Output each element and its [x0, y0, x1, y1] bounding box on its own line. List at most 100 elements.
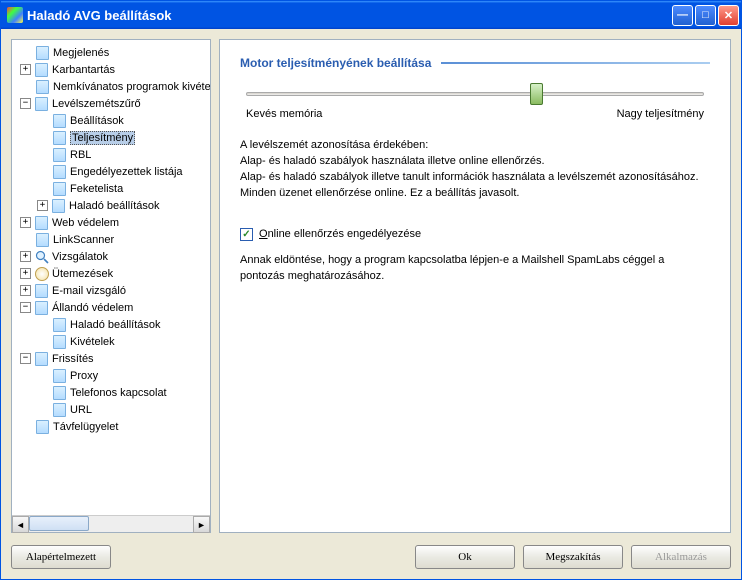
tree-item[interactable]: − Állandó védelem: [14, 299, 208, 316]
page-icon: [52, 386, 67, 400]
page-icon: [52, 131, 67, 145]
page-icon: [34, 63, 49, 77]
tree-expander-icon[interactable]: +: [20, 268, 31, 279]
tree-item-label: Feketelista: [70, 183, 123, 195]
tree-item[interactable]: Telefonos kapcsolat: [14, 384, 208, 401]
tree-item-label: Proxy: [70, 370, 98, 382]
page-icon: [52, 318, 67, 332]
slider-right-label: Nagy teljesítmény: [617, 108, 704, 120]
tree-item-label: Frissítés: [52, 353, 94, 365]
tree-item-label: Haladó beállítások: [69, 200, 160, 212]
page-icon: [52, 182, 67, 196]
page-icon: [52, 165, 67, 179]
page-icon: [52, 403, 67, 417]
tree-item-label: Állandó védelem: [52, 302, 133, 314]
tree-item-label: Ütemezések: [52, 268, 113, 280]
tree-item[interactable]: + Vizsgálatok: [14, 248, 208, 265]
tree-expander-icon[interactable]: +: [20, 217, 31, 228]
checkbox-description: Annak eldöntése, hogy a program kapcsola…: [240, 253, 710, 285]
tree-item-label: Vizsgálatok: [52, 251, 108, 263]
tree-item[interactable]: Nemkívánatos programok kivételei: [14, 78, 208, 95]
nav-tree[interactable]: Megjelenés + Karbantartás Nemkívánatos prog…: [12, 40, 210, 515]
tree-horizontal-scrollbar[interactable]: ◄ ►: [12, 515, 210, 532]
tree-item-label: Kivételek: [70, 336, 115, 348]
tree-expander-icon[interactable]: +: [37, 200, 48, 211]
section-heading: Motor teljesítményének beállítása: [240, 56, 431, 70]
tree-item-label: E-mail vizsgáló: [52, 285, 126, 297]
tree-item-label: Nemkívánatos programok kivételei: [53, 81, 210, 93]
tree-expander-icon[interactable]: −: [20, 353, 31, 364]
maximize-button[interactable]: □: [695, 5, 716, 26]
tree-item[interactable]: −Levélszemétszűrő: [14, 95, 208, 112]
window-title: Haladó AVG beállítások: [27, 8, 672, 23]
scroll-left-button[interactable]: ◄: [12, 516, 29, 533]
heading-divider: [441, 62, 710, 64]
tree-item[interactable]: Engedélyezettek listája: [14, 163, 208, 180]
tree-item[interactable]: Feketelista: [14, 180, 208, 197]
description-block: A levélszemét azonosítása érdekében: Alap…: [240, 138, 710, 202]
tree-item[interactable]: + E-mail vizsgáló: [14, 282, 208, 299]
content-panel: Motor teljesítményének beállítása Kevés …: [219, 39, 731, 533]
tree-item[interactable]: − Frissítés: [14, 350, 208, 367]
page-icon: [51, 199, 66, 213]
page-icon: [34, 216, 49, 230]
tree-item-label: Beállítások: [70, 115, 124, 127]
button-bar: Alapértelmezett Ok Megszakítás Alkalmazá…: [11, 541, 731, 569]
tree-expander-icon[interactable]: +: [20, 64, 31, 75]
minimize-button[interactable]: —: [672, 5, 693, 26]
page-icon: [35, 80, 50, 94]
scroll-track[interactable]: [29, 516, 193, 532]
performance-slider-thumb[interactable]: [530, 83, 543, 105]
cancel-button[interactable]: Megszakítás: [523, 545, 623, 569]
search-icon: [34, 250, 49, 264]
scroll-right-button[interactable]: ►: [193, 516, 210, 533]
ok-button[interactable]: Ok: [415, 545, 515, 569]
tree-item[interactable]: RBL: [14, 146, 208, 163]
tree-item-label: Távfelügyelet: [53, 421, 118, 433]
tree-item-label: Web védelem: [52, 217, 119, 229]
online-check-checkbox[interactable]: ✓: [240, 228, 253, 241]
tree-item-label: RBL: [70, 149, 91, 161]
tree-item[interactable]: URL: [14, 401, 208, 418]
nav-tree-panel: Megjelenés + Karbantartás Nemkívánatos prog…: [11, 39, 211, 533]
close-icon: ✕: [724, 9, 733, 22]
slider-left-label: Kevés memória: [246, 108, 322, 120]
tree-item[interactable]: + Haladó beállítások: [14, 197, 208, 214]
tree-item[interactable]: + Ütemezések: [14, 265, 208, 282]
page-icon: [34, 301, 49, 315]
tree-item-label: Teljesítmény: [70, 131, 135, 145]
tree-item[interactable]: Beállítások: [14, 112, 208, 129]
tree-item[interactable]: + Karbantartás: [14, 61, 208, 78]
tree-expander-icon[interactable]: +: [20, 251, 31, 262]
minimize-icon: —: [677, 9, 688, 21]
tree-item[interactable]: Kivételek: [14, 333, 208, 350]
description-line: A levélszemét azonosítása érdekében:: [240, 138, 710, 154]
tree-item-label: URL: [70, 404, 92, 416]
page-icon: [52, 369, 67, 383]
tree-expander-icon[interactable]: +: [20, 285, 31, 296]
tree-item[interactable]: + Web védelem: [14, 214, 208, 231]
tree-item[interactable]: Proxy: [14, 367, 208, 384]
tree-item[interactable]: Távfelügyelet: [14, 418, 208, 435]
description-line: Alap- és haladó szabályok illetve tanult…: [240, 170, 710, 186]
tree-item[interactable]: Megjelenés: [14, 44, 208, 61]
page-icon: [34, 97, 49, 111]
tree-item-label: Telefonos kapcsolat: [70, 387, 167, 399]
tree-item[interactable]: LinkScanner: [14, 231, 208, 248]
page-icon: [52, 114, 67, 128]
tree-item-label: Engedélyezettek listája: [70, 166, 183, 178]
tree-item[interactable]: Teljesítmény: [14, 129, 208, 146]
page-icon: [52, 148, 67, 162]
tree-expander-icon[interactable]: −: [20, 98, 31, 109]
close-button[interactable]: ✕: [718, 5, 739, 26]
tree-item[interactable]: Haladó beállítások: [14, 316, 208, 333]
titlebar[interactable]: Haladó AVG beállítások — □ ✕: [1, 1, 741, 29]
tree-expander-icon[interactable]: −: [20, 302, 31, 313]
page-icon: [35, 420, 50, 434]
tree-item-label: Haladó beállítások: [70, 319, 161, 331]
scroll-thumb[interactable]: [29, 516, 89, 531]
apply-button[interactable]: Alkalmazás: [631, 545, 731, 569]
performance-slider-track[interactable]: [246, 92, 704, 96]
tree-item-label: Karbantartás: [52, 64, 115, 76]
default-button[interactable]: Alapértelmezett: [11, 545, 111, 569]
